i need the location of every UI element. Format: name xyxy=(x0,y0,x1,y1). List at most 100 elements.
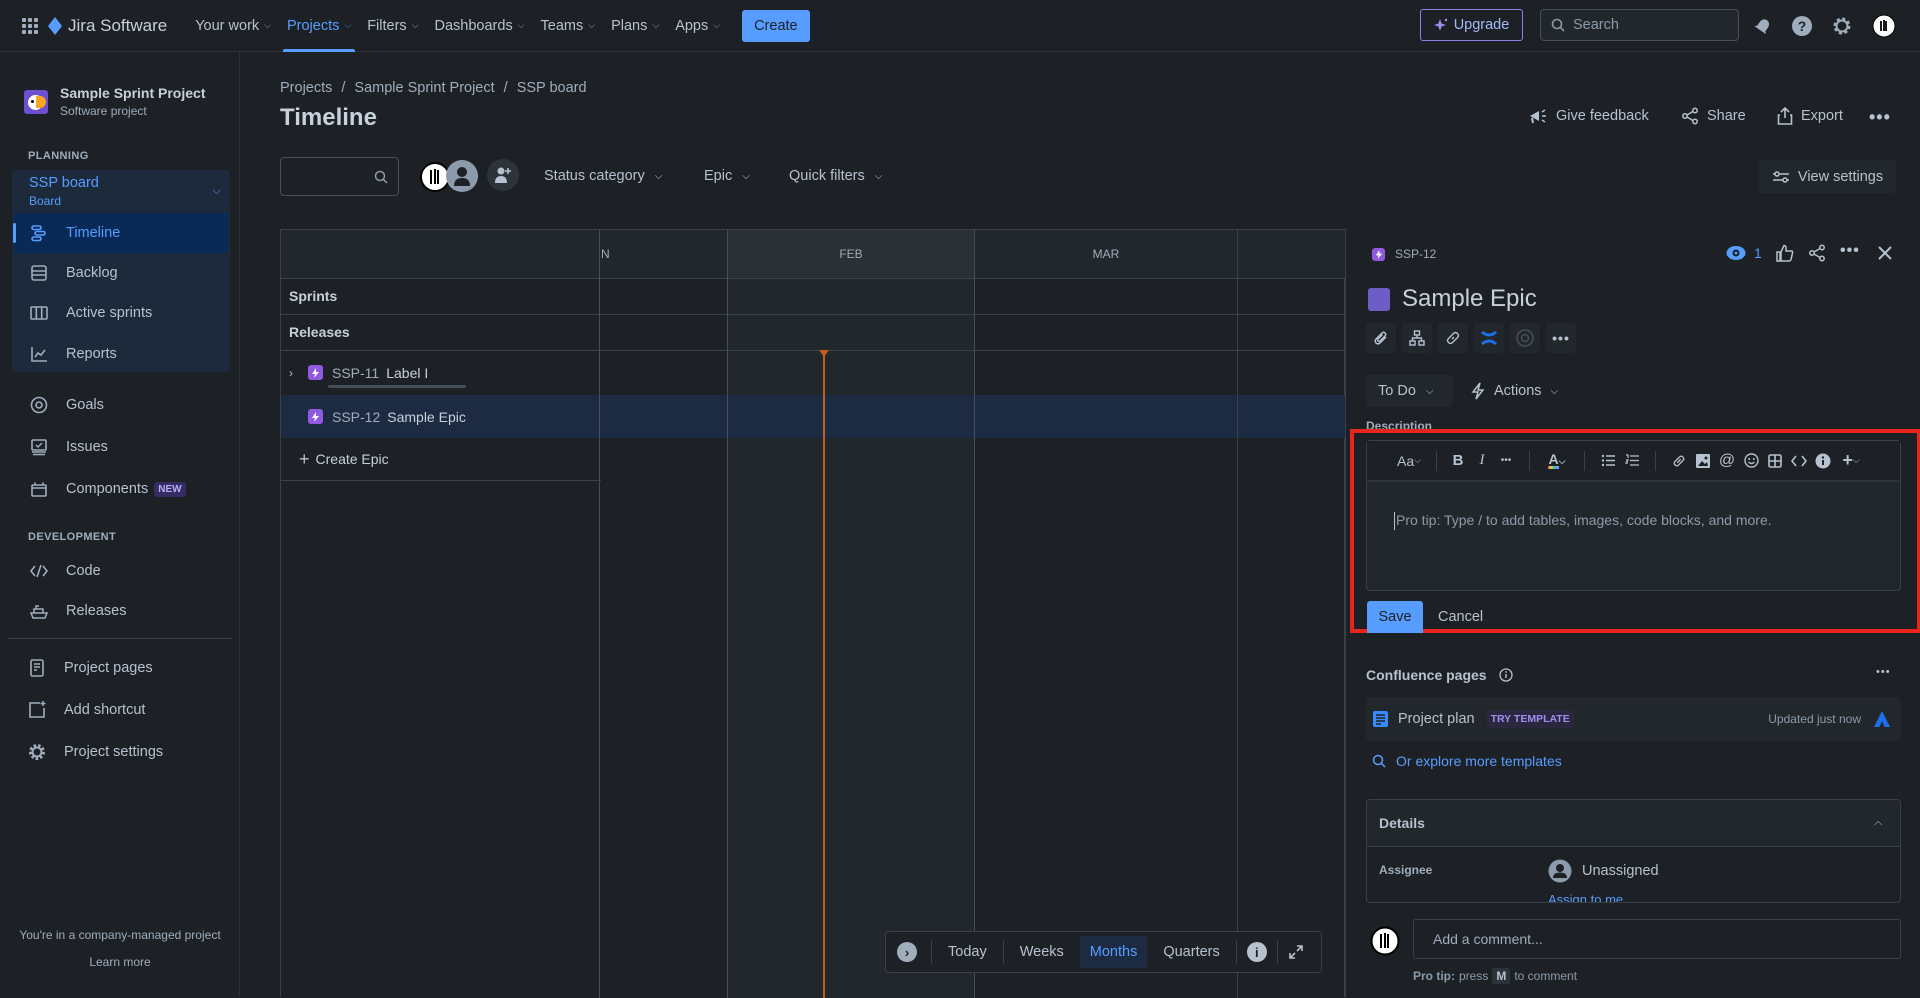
status-dropdown[interactable]: To Do ⌵ xyxy=(1366,375,1453,407)
jira-logo[interactable]: Jira Software xyxy=(48,16,167,36)
confluence-page-item[interactable]: Project plan TRY TEMPLATE Updated just n… xyxy=(1366,697,1901,741)
link-icon[interactable] xyxy=(1668,450,1690,472)
link-issue-icon[interactable] xyxy=(1438,323,1468,353)
info-icon[interactable] xyxy=(1498,668,1513,682)
sidebar-item-releases[interactable]: Releases xyxy=(14,591,228,631)
sidebar-item-project-settings[interactable]: Project settings xyxy=(12,732,226,772)
watch-button[interactable]: 1 xyxy=(1726,245,1762,261)
italic-icon[interactable]: I xyxy=(1471,450,1493,472)
sidebar-item-active-sprints[interactable]: Active sprints xyxy=(14,293,228,333)
more-actions-icon[interactable]: ••• xyxy=(1869,107,1891,128)
save-button[interactable]: Save xyxy=(1367,601,1423,633)
board-selector[interactable]: SSP board Board ⌵ xyxy=(29,175,221,208)
explore-templates-link[interactable]: Or explore more templates xyxy=(1372,753,1562,769)
help-icon[interactable]: ? xyxy=(1789,13,1815,39)
bold-icon[interactable]: B xyxy=(1447,450,1469,472)
today-button[interactable]: Today xyxy=(932,936,1003,968)
app-switcher-icon[interactable] xyxy=(22,17,38,34)
epic-color-swatch[interactable] xyxy=(1368,287,1390,311)
child-issue-icon[interactable] xyxy=(1402,323,1432,353)
goal-target-icon[interactable] xyxy=(1510,323,1540,353)
chevron-right-icon[interactable]: › xyxy=(289,366,305,380)
mention-icon[interactable]: @ xyxy=(1716,450,1738,472)
quarters-button[interactable]: Quarters xyxy=(1147,936,1235,968)
quick-filters-dropdown[interactable]: Quick filters ⌵ xyxy=(789,168,882,184)
unassigned-avatar-filter[interactable] xyxy=(445,159,479,193)
nav-teams[interactable]: Teams ⌵ xyxy=(533,0,604,52)
sidebar-item-issues[interactable]: Issues xyxy=(14,427,228,467)
confluence-icon[interactable] xyxy=(1474,323,1504,353)
create-epic-button[interactable]: + Create Epic xyxy=(281,438,601,480)
months-button[interactable]: Months xyxy=(1079,936,1148,968)
breadcrumb-project[interactable]: Sample Sprint Project xyxy=(354,80,494,96)
breadcrumb-board[interactable]: SSP board xyxy=(517,80,587,96)
close-icon[interactable] xyxy=(1876,244,1894,262)
actions-dropdown[interactable]: Actions ⌵ xyxy=(1471,375,1558,407)
assign-to-me-link[interactable]: Assign to me xyxy=(1548,892,1623,902)
view-settings-button[interactable]: View settings xyxy=(1759,160,1896,193)
global-search-input[interactable]: Search xyxy=(1540,9,1739,41)
try-template-badge[interactable]: TRY TEMPLATE xyxy=(1486,710,1574,728)
issue-key-link[interactable]: SSP-12 xyxy=(1372,247,1436,261)
give-feedback-button[interactable]: Give feedback xyxy=(1528,107,1649,125)
create-button[interactable]: Create xyxy=(742,9,810,42)
issue-title[interactable]: Sample Epic xyxy=(1402,285,1537,313)
expand-sidebar-button[interactable]: › xyxy=(897,942,917,962)
status-category-dropdown[interactable]: Status category ⌵ xyxy=(544,168,662,184)
assignee-field[interactable]: Unassigned xyxy=(1548,859,1659,883)
sidebar-item-timeline[interactable]: Timeline xyxy=(13,213,228,253)
chevron-up-icon[interactable]: ⌵ xyxy=(1874,817,1882,830)
table-icon[interactable] xyxy=(1764,450,1786,472)
notifications-bell-icon[interactable] xyxy=(1750,13,1776,39)
epic-row-selected[interactable]: SSP-12 Sample Epic xyxy=(281,395,601,438)
like-icon[interactable] xyxy=(1776,244,1794,262)
more-options-icon[interactable]: ••• xyxy=(1840,242,1860,260)
attach-icon[interactable] xyxy=(1366,323,1396,353)
timeline-search-input[interactable] xyxy=(280,157,399,196)
bullet-list-icon[interactable] xyxy=(1597,450,1619,472)
sidebar-item-code[interactable]: Code xyxy=(14,551,228,591)
learn-more-link[interactable]: Learn more xyxy=(0,955,240,969)
nav-filters[interactable]: Filters ⌵ xyxy=(359,0,426,52)
share-icon[interactable] xyxy=(1808,244,1826,262)
user-avatar[interactable] xyxy=(1871,13,1897,39)
nav-your-work[interactable]: Your work ⌵ xyxy=(187,0,279,52)
nav-dashboards[interactable]: Dashboards ⌵ xyxy=(427,0,533,52)
project-header[interactable]: Sample Sprint Project Software project xyxy=(24,85,205,118)
text-color-icon[interactable]: A⌵ xyxy=(1542,450,1572,472)
details-header[interactable]: Details ⌵ xyxy=(1367,800,1900,847)
more-formatting-icon[interactable]: ••• xyxy=(1495,450,1517,472)
export-button[interactable]: Export xyxy=(1777,107,1843,125)
nav-plans[interactable]: Plans ⌵ xyxy=(603,0,667,52)
cancel-button[interactable]: Cancel xyxy=(1438,609,1483,625)
upgrade-button[interactable]: Upgrade xyxy=(1420,9,1523,41)
code-block-icon[interactable] xyxy=(1788,450,1810,472)
image-icon[interactable] xyxy=(1692,450,1714,472)
info-icon[interactable]: i xyxy=(1246,942,1267,962)
sidebar-item-components[interactable]: Components NEW xyxy=(14,469,228,509)
numbered-list-icon[interactable] xyxy=(1621,450,1643,472)
sidebar-item-goals[interactable]: Goals xyxy=(14,385,228,425)
epic-dropdown[interactable]: Epic ⌵ xyxy=(704,168,750,184)
emoji-icon[interactable] xyxy=(1740,450,1762,472)
fullscreen-icon[interactable] xyxy=(1288,944,1304,960)
chevron-down-icon[interactable]: ⌵ xyxy=(213,185,221,198)
info-panel-icon[interactable] xyxy=(1812,450,1834,472)
epic-row[interactable]: › SSP-11 Label I xyxy=(281,350,601,395)
breadcrumb-projects[interactable]: Projects xyxy=(280,80,332,96)
sidebar-item-backlog[interactable]: Backlog xyxy=(14,253,228,293)
nav-projects[interactable]: Projects ⌵ xyxy=(279,0,359,52)
description-input[interactable]: Pro tip: Type / to add tables, images, c… xyxy=(1367,482,1900,590)
more-apps-icon[interactable]: ••• xyxy=(1546,323,1576,353)
sidebar-item-project-pages[interactable]: Project pages xyxy=(12,648,226,688)
text-style-icon[interactable]: Aa ⌵ xyxy=(1392,450,1426,472)
nav-apps[interactable]: Apps ⌵ xyxy=(667,0,728,52)
add-people-button[interactable] xyxy=(487,159,519,191)
sidebar-item-reports[interactable]: Reports xyxy=(14,334,228,374)
sidebar-item-add-shortcut[interactable]: Add shortcut xyxy=(12,690,226,730)
add-comment-input[interactable]: Add a comment... xyxy=(1413,919,1901,959)
insert-more-icon[interactable]: + ⌵ xyxy=(1836,450,1866,472)
confluence-more-icon[interactable]: ••• xyxy=(1876,666,1891,678)
settings-gear-icon[interactable] xyxy=(1829,13,1855,39)
share-button[interactable]: Share xyxy=(1681,107,1746,125)
